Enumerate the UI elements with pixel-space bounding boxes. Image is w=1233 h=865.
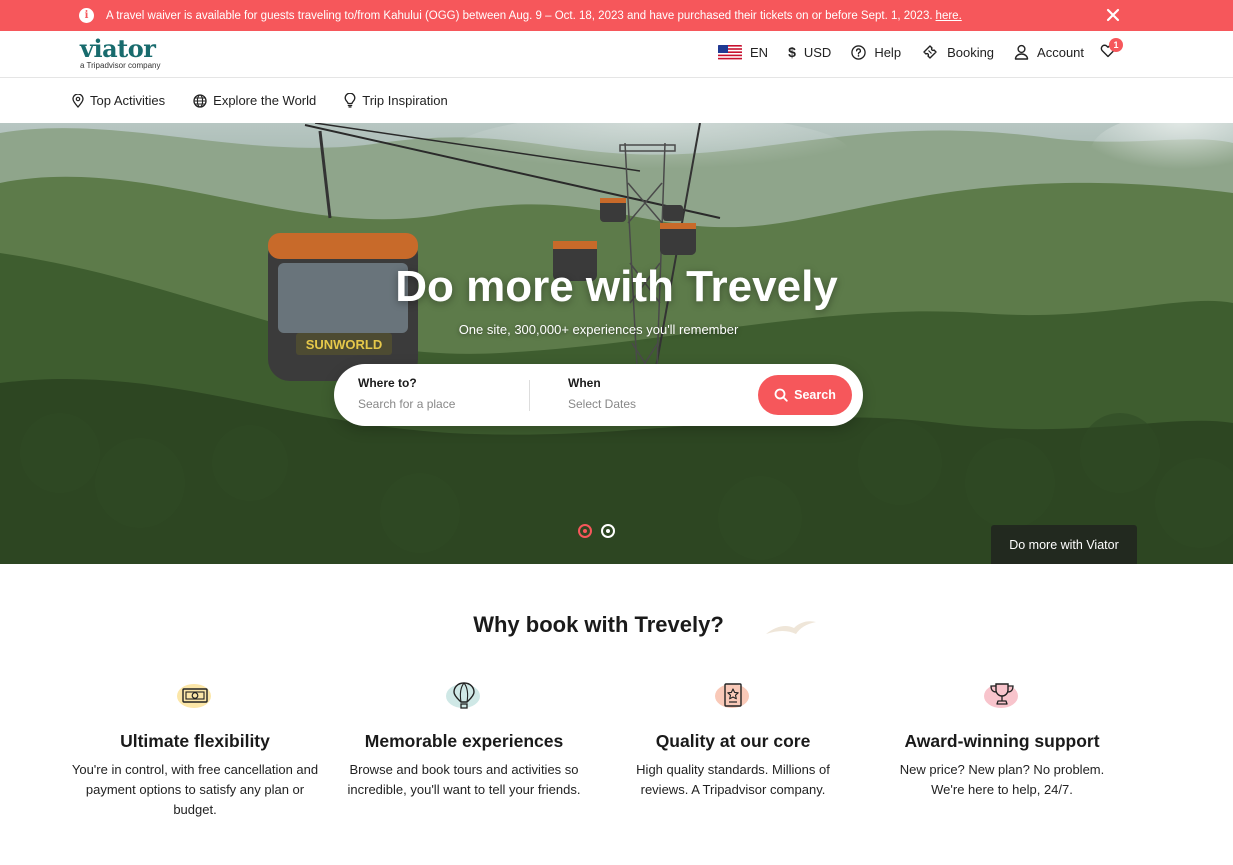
feature-title: Memorable experiences [364, 731, 564, 751]
booking-link[interactable]: Booking [921, 43, 994, 61]
date-label: When [568, 376, 601, 390]
alert-banner: i A travel waiver is available for guest… [0, 0, 1233, 31]
account-label: Account [1037, 44, 1085, 60]
hero-caption: Do more with Viator [991, 525, 1137, 564]
currency-selector[interactable]: $ USD [788, 44, 831, 60]
lightbulb-icon [344, 93, 356, 108]
hero-background-image: SUNWORLD [0, 123, 1233, 564]
feature-text: New price? New plan? No problem. We're h… [899, 762, 1105, 797]
carousel-dot-2[interactable] [601, 524, 615, 538]
date-field: When [568, 376, 718, 413]
nav-label: Explore the World [213, 93, 317, 108]
feature-flexibility: Ultimate flexibility You're in control, … [65, 678, 325, 820]
search-bar: Where to? When Search [334, 364, 863, 426]
wishlist-button[interactable]: 1 [1100, 38, 1124, 61]
search-icon [774, 388, 788, 402]
date-input[interactable] [568, 397, 718, 411]
map-pin-icon [72, 93, 84, 108]
svg-text:SUNWORLD: SUNWORLD [306, 337, 383, 352]
search-button[interactable]: Search [758, 375, 852, 415]
top-nav: EN $ USD Help Booking Account 1 [718, 38, 1124, 61]
award-icon [724, 683, 742, 707]
nav-trip-inspiration[interactable]: Trip Inspiration [344, 93, 448, 108]
language-label: EN [750, 44, 769, 60]
currency-label: USD [803, 44, 832, 60]
balloon-icon [453, 682, 475, 709]
carousel-dots [578, 524, 624, 538]
search-button-label: Search [794, 388, 836, 402]
carousel-dot-1[interactable] [578, 524, 592, 538]
money-icon [182, 688, 208, 703]
globe-icon [193, 93, 207, 108]
us-flag-icon [718, 44, 742, 60]
feature-icon-wrap [711, 678, 755, 714]
site-header: viator a Tripadvisor company EN $ USD He… [0, 31, 1233, 78]
feature-quality: Quality at our core High quality standar… [603, 678, 863, 800]
help-label: Help [874, 44, 902, 60]
close-icon[interactable] [1104, 6, 1122, 24]
logo-wordmark: viator [80, 34, 156, 63]
language-selector[interactable]: EN [718, 44, 769, 60]
logo-tagline: a Tripadvisor company [80, 61, 161, 70]
feature-text: You're in control, with free cancellatio… [71, 762, 319, 817]
nav-explore-world[interactable]: Explore the World [193, 93, 316, 108]
destination-field: Where to? [358, 376, 508, 413]
viator-logo[interactable]: viator a Tripadvisor company [80, 34, 161, 71]
feature-support: Award-winning support New price? New pla… [872, 678, 1132, 800]
search-divider [529, 380, 530, 411]
hero-banner: SUNWORLD Do more with Trevely One site, … [0, 123, 1233, 564]
trophy-icon [990, 683, 1014, 705]
alert-message: A travel waiver is available for guests … [106, 10, 962, 22]
feature-title: Ultimate flexibility [120, 731, 270, 751]
destination-label: Where to? [358, 376, 417, 390]
info-icon: i [79, 8, 94, 23]
feature-icon-wrap [173, 678, 217, 714]
why-section-title: Why book with Trevely? [473, 612, 724, 637]
feature-icon-wrap [442, 678, 486, 714]
feature-title: Award-winning support [904, 731, 1100, 751]
bird-icon [766, 621, 816, 634]
nav-label: Top Activities [90, 93, 166, 108]
feature-icon-wrap [980, 678, 1024, 714]
wishlist-count-badge: 1 [1109, 38, 1124, 52]
category-nav: Top Activities Explore the World Trip In… [0, 78, 1233, 123]
account-link[interactable]: Account [1014, 44, 1084, 60]
alert-link[interactable]: here. [936, 10, 962, 22]
destination-input[interactable] [358, 397, 508, 411]
help-icon [851, 44, 867, 60]
ticket-icon [923, 45, 937, 59]
nav-label: Trip Inspiration [362, 93, 448, 108]
feature-experiences: Memorable experiences Browse and book to… [334, 678, 594, 800]
user-icon [1014, 44, 1029, 60]
feature-text: High quality standards. Millions of revi… [636, 762, 830, 797]
help-link[interactable]: Help [851, 45, 901, 60]
feature-text: Browse and book tours and activities so … [347, 762, 581, 797]
dollar-icon: $ [788, 44, 796, 60]
booking-label: Booking [947, 44, 995, 60]
hero-subtitle: One site, 300,000+ experiences you'll re… [458, 322, 739, 337]
nav-top-activities[interactable]: Top Activities [72, 93, 165, 108]
feature-title: Quality at our core [655, 731, 811, 751]
alert-text: A travel waiver is available for guests … [106, 9, 933, 22]
hero-title: Do more with Trevely [395, 262, 838, 311]
